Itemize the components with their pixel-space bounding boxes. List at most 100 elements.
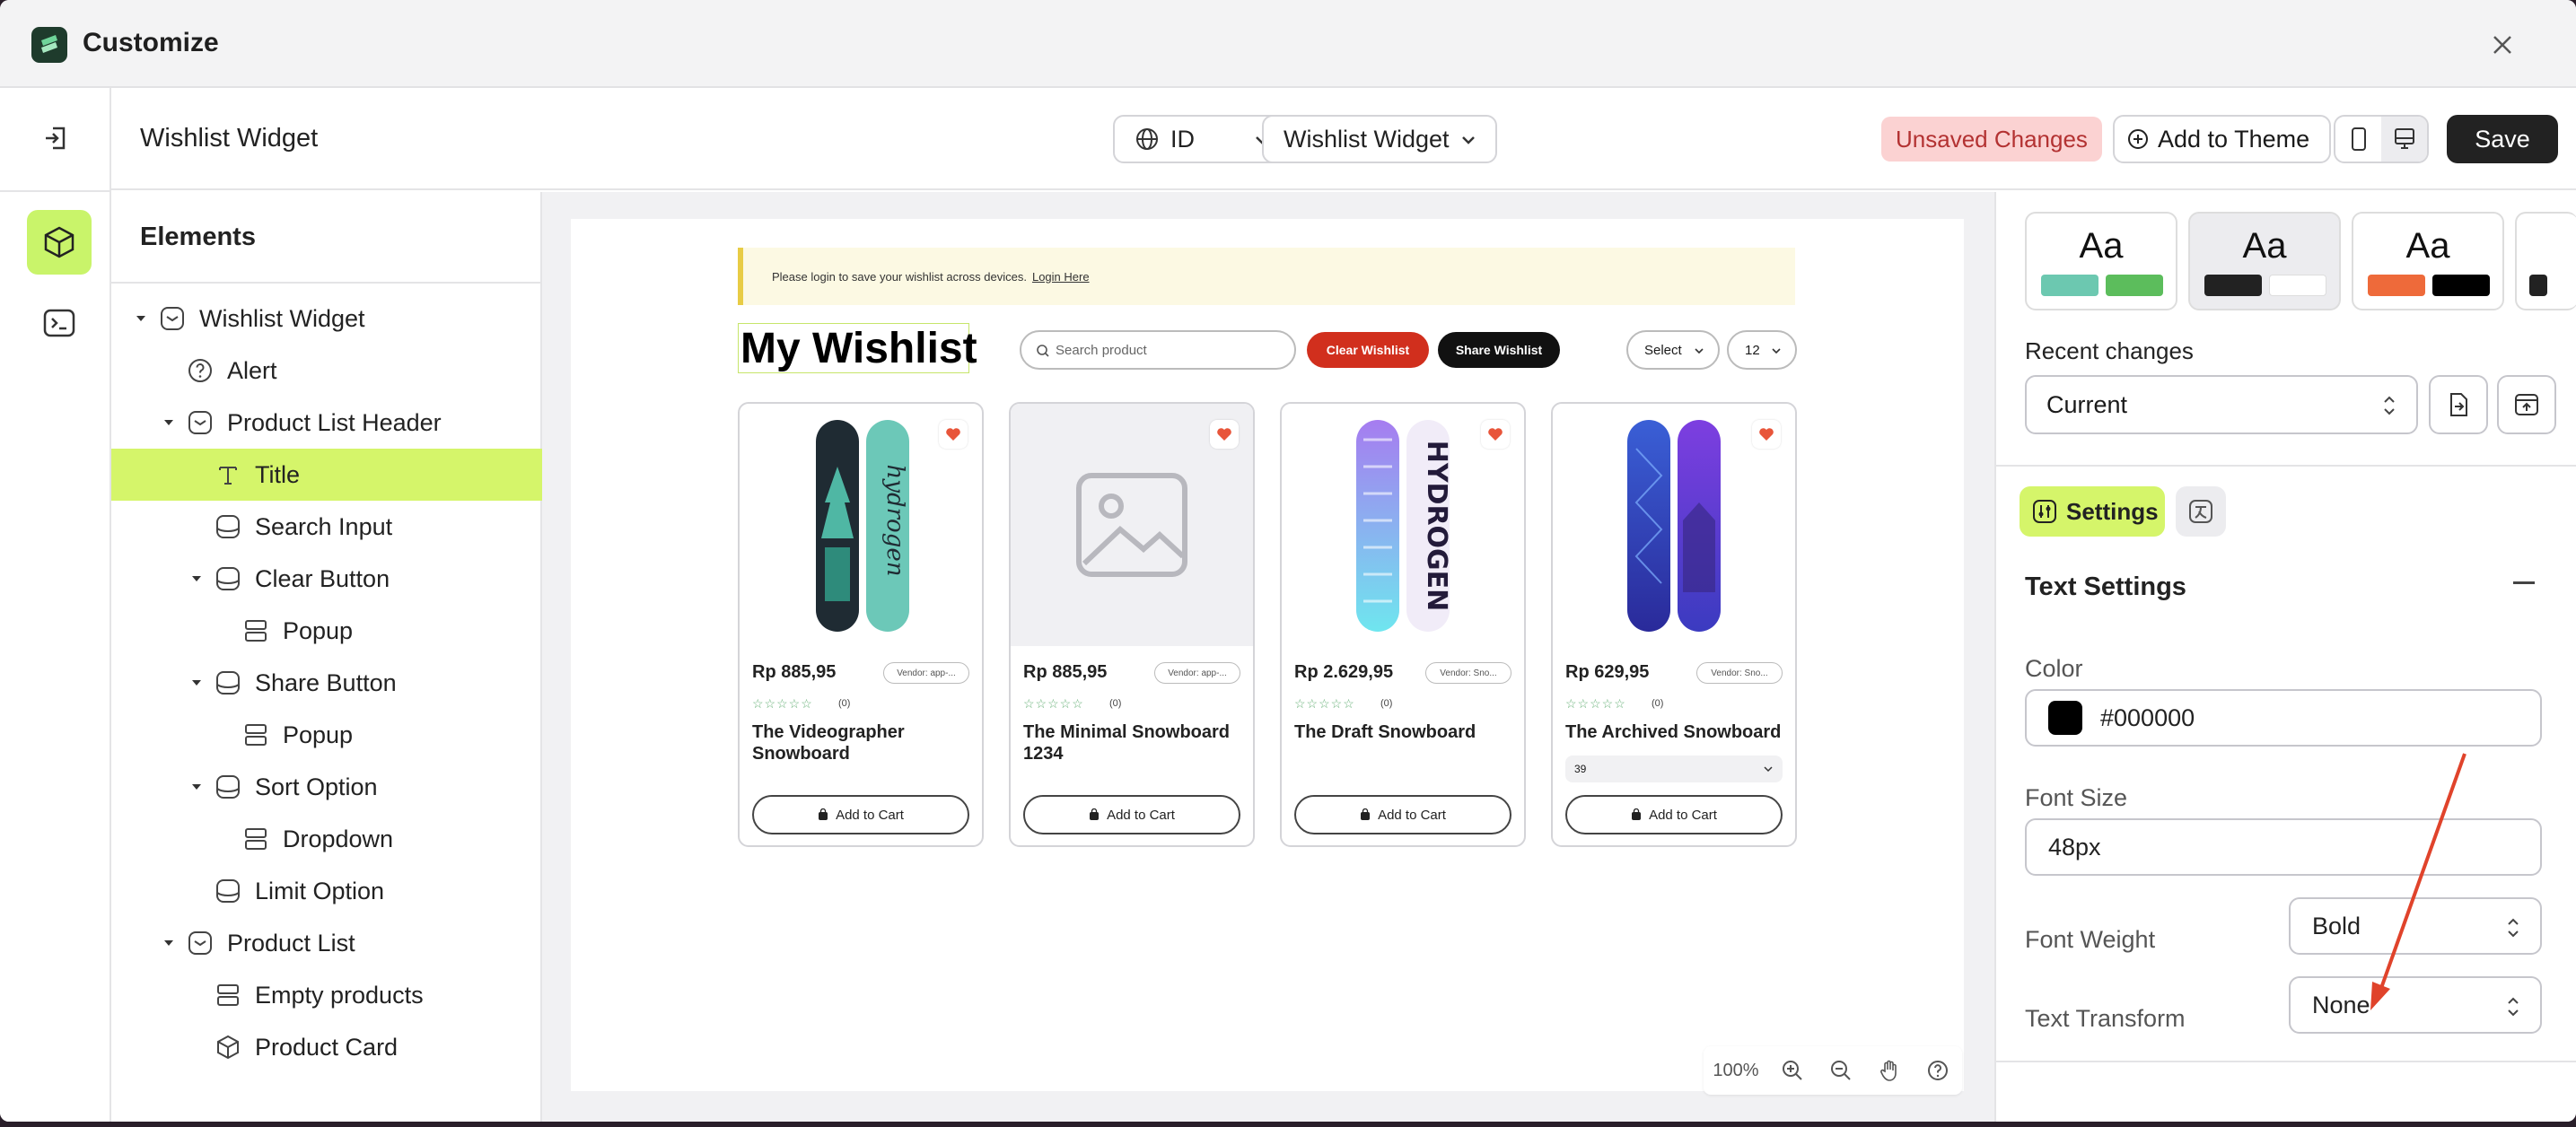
tree-item[interactable]: Popup [111,605,542,657]
product-card[interactable]: Rp 885,95 Vendor: app-... ☆☆☆☆☆ (0) The Mini… [1009,402,1255,847]
widget-select[interactable]: Wishlist Widget [1262,115,1497,163]
translate-tab-icon[interactable] [2176,486,2226,537]
collapse-minus-icon[interactable] [2513,581,2535,584]
layout-rows-icon [241,825,270,853]
tree-item[interactable]: Product List [111,917,542,969]
text-transform-select[interactable]: None [2289,976,2542,1034]
block-icon [214,668,242,697]
product-card[interactable]: Rp 629,95 Vendor: Sno... ☆☆☆☆☆ (0) The Archi… [1551,402,1797,847]
tree-item[interactable]: Alert [111,345,542,397]
clear-wishlist-button[interactable]: Clear Wishlist [1307,332,1429,368]
product-card[interactable]: HYDROGEN Rp 2.629,95 Vendor: Sno... ☆☆☆☆☆ (0… [1280,402,1526,847]
tree-item[interactable]: Search Input [111,501,542,553]
theme-swatch [2269,275,2326,296]
product-name[interactable]: The Archived Snowboard [1565,721,1786,743]
preview-page: Please login to save your wishlist acros… [571,219,1964,1095]
heart-icon[interactable] [1210,420,1239,449]
tree-item[interactable]: Share Button [111,657,542,709]
color-swatch[interactable] [2048,701,2082,735]
tree-item[interactable]: Title [111,449,542,501]
heart-icon[interactable] [1752,420,1781,449]
theme-preset-label: Aa [2405,226,2450,266]
sort-select[interactable]: Select [1626,330,1720,370]
theme-preset[interactable]: Aa [2352,212,2504,310]
caret-down-icon[interactable] [190,572,203,585]
theme-preset[interactable]: Aa [2025,212,2177,310]
add-to-cart-button[interactable]: Add to Cart [752,795,969,834]
hand-pan-icon[interactable] [1865,1046,1914,1095]
caret-down-icon[interactable] [162,937,175,949]
terminal-icon[interactable] [38,301,81,345]
tree-item[interactable]: Empty products [111,969,542,1021]
import-file-icon[interactable] [2429,375,2488,434]
svg-text:hydrogen: hydrogen [881,465,908,577]
font-size-input[interactable]: 48px [2025,818,2542,876]
tree-item[interactable]: Limit Option [111,865,542,917]
tree-item[interactable]: Product List Header [111,397,542,449]
add-to-cart-button[interactable]: Add to Cart [1565,795,1783,834]
elements-cube-icon[interactable] [27,210,92,275]
login-link[interactable]: Login Here [1032,270,1090,284]
recent-changes-select[interactable]: Current [2025,375,2418,434]
product-card[interactable]: hydrogen Rp 885,95 Vendor: app-... ☆☆☆☆☆ (0)… [738,402,984,847]
section-icon [186,929,215,957]
tree-item-label: Title [255,460,301,488]
add-to-theme-button[interactable]: Add to Theme [2113,115,2332,163]
block-icon [214,564,242,593]
zoom-out-icon[interactable] [1817,1046,1865,1095]
chevron-down-icon [1764,766,1773,773]
updown-chevron-icon [2384,396,2395,415]
tree-item[interactable]: Product Card [111,1021,542,1073]
heart-icon[interactable] [1481,420,1510,449]
desktop-view-icon[interactable] [2381,117,2427,162]
tree-item-label: Popup [283,616,354,644]
widget-select-value: Wishlist Widget [1284,125,1450,153]
theme-swatch [2432,275,2490,296]
heart-icon[interactable] [939,420,968,449]
caret-down-icon[interactable] [162,416,175,429]
rating-stars-icon: ☆☆☆☆☆ [752,696,813,711]
theme-swatch [2204,275,2262,296]
chevron-down-icon [1462,136,1475,144]
add-to-cart-button[interactable]: Add to Cart [1294,795,1511,834]
wishlist-title[interactable]: My Wishlist [738,323,977,373]
text-settings-title: Text Settings [2025,572,2186,601]
settings-tab[interactable]: Settings [2020,486,2165,537]
product-price: Rp 2.629,95 [1294,662,1394,682]
app-logo-icon [31,27,67,63]
zoom-in-icon[interactable] [1768,1046,1817,1095]
window-title: Customize [83,28,219,57]
product-name[interactable]: The Draft Snowboard [1294,721,1515,743]
search-input[interactable]: Search product [1020,330,1296,370]
caret-down-icon[interactable] [135,312,147,325]
caret-down-icon[interactable] [190,781,203,793]
tree-item[interactable]: Clear Button [111,553,542,605]
settings-panel: Aa Aa Aa Recent changes Current Settings T… [1994,192,2576,1122]
share-wishlist-button[interactable]: Share Wishlist [1438,332,1560,368]
unsaved-changes-badge: Unsaved Changes [1881,117,2102,162]
add-to-cart-button[interactable]: Add to Cart [1023,795,1240,834]
caret-down-icon[interactable] [190,677,203,689]
save-button[interactable]: Save [2447,115,2558,163]
product-name[interactable]: The Minimal Snowboard 1234 [1023,721,1244,764]
elements-panel: Elements Wishlist Widget Alert Product Lis… [111,192,542,1122]
exit-icon[interactable] [36,118,75,158]
tree-item[interactable]: Dropdown [111,813,542,865]
search-icon [1037,345,1049,357]
help-icon[interactable] [1914,1046,1962,1095]
limit-select[interactable]: 12 [1727,330,1797,370]
tree-item[interactable]: Wishlist Widget [111,293,542,345]
tree-item[interactable]: Sort Option [111,761,542,813]
export-upload-icon[interactable] [2497,375,2556,434]
mobile-view-icon[interactable] [2335,117,2381,162]
product-name[interactable]: The Videographer Snowboard [752,721,973,764]
close-icon[interactable] [2484,27,2520,63]
editor-topbar: Wishlist Widget ID Wishlist Widget Unsav… [111,88,2576,190]
color-input[interactable]: #000000 [2025,689,2542,747]
font-weight-select[interactable]: Bold [2289,897,2542,955]
variant-select[interactable]: 39 [1565,756,1783,782]
rating-count: (0) [1109,698,1122,709]
theme-preset[interactable] [2515,212,2576,310]
tree-item[interactable]: Popup [111,709,542,761]
theme-preset[interactable]: Aa [2188,212,2341,310]
